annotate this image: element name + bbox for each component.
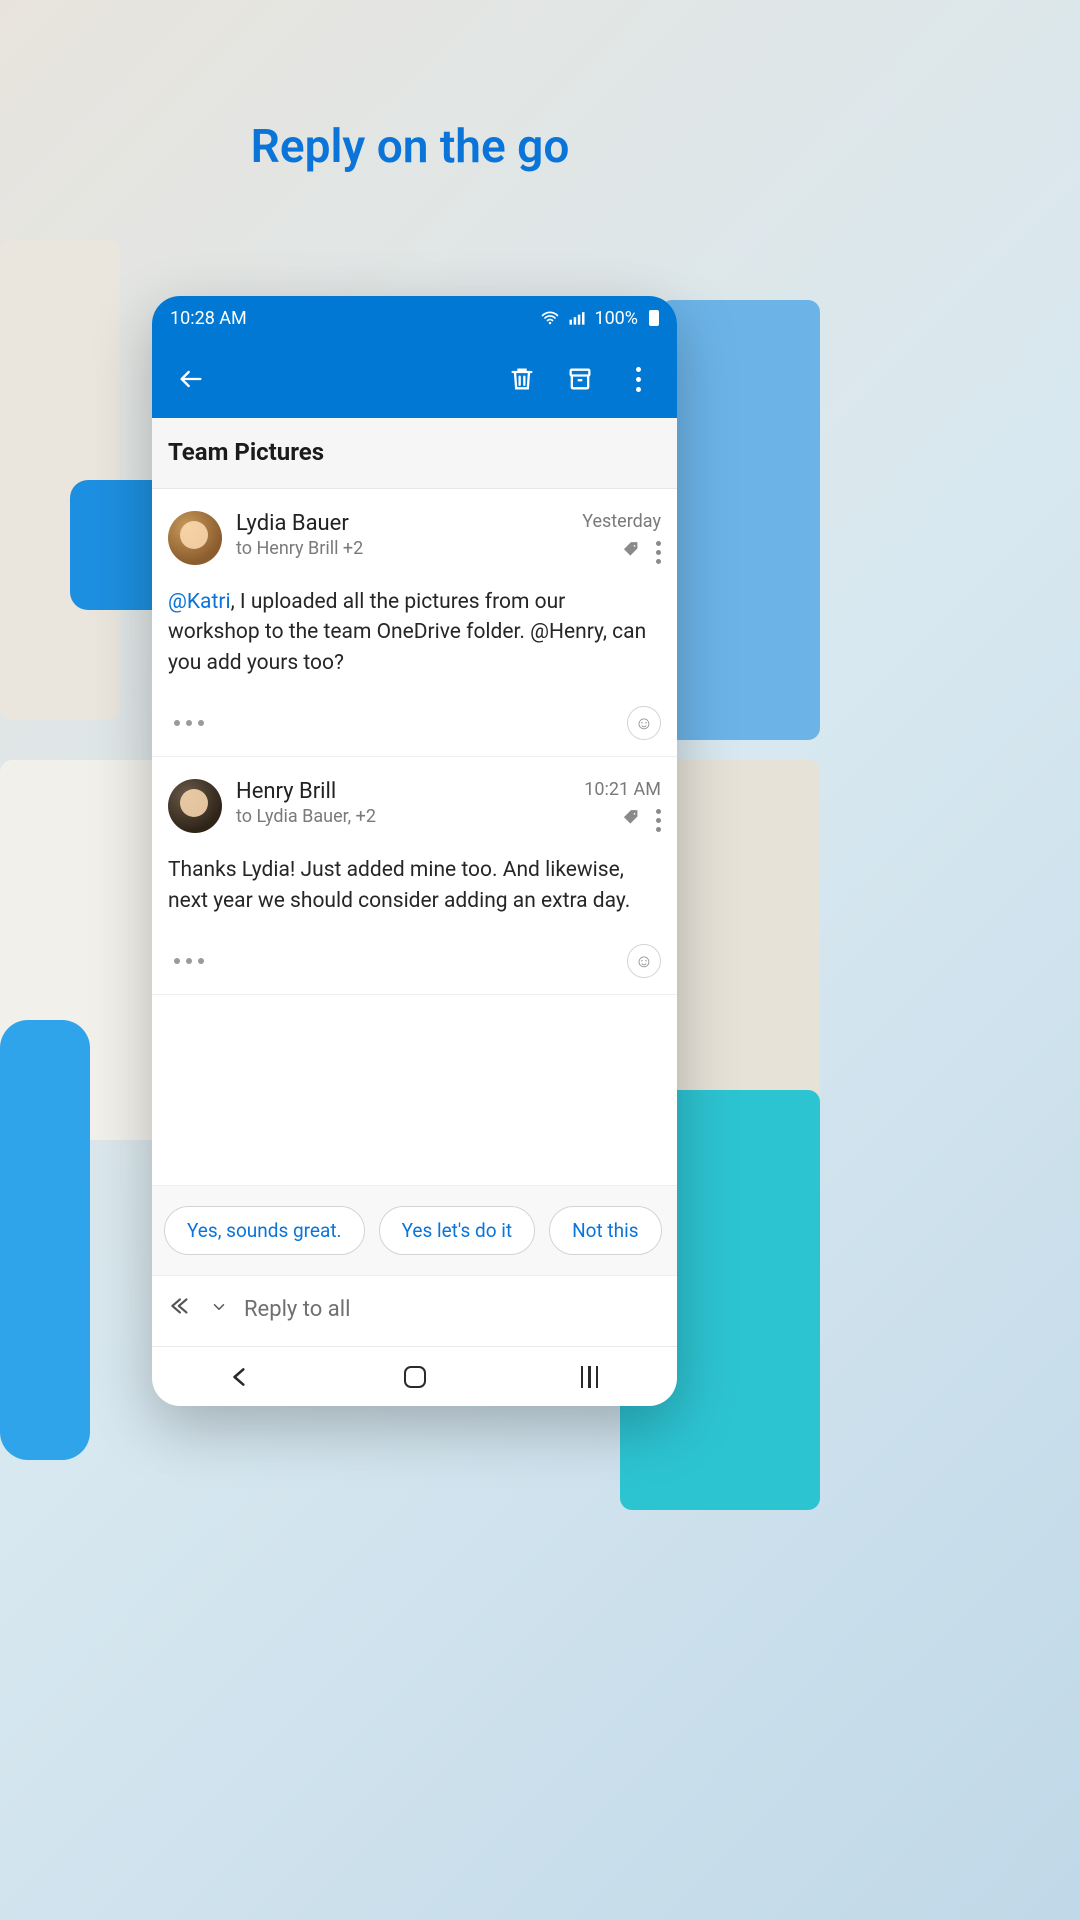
promo-headline: Reply on the go (0, 0, 820, 174)
message-item[interactable]: Henry Brill to Lydia Bauer, +2 10:21 AM … (152, 757, 677, 995)
suggested-reply-chip[interactable]: Yes let's do it (379, 1206, 536, 1255)
avatar[interactable] (168, 511, 222, 565)
add-reaction-button[interactable]: ☺ (627, 706, 661, 740)
tag-icon[interactable] (622, 540, 642, 564)
wifi-icon (540, 308, 560, 328)
sender-name: Lydia Bauer (236, 511, 568, 536)
battery-icon (649, 310, 659, 326)
recipients-summary[interactable]: to Henry Brill +2 (236, 538, 568, 559)
status-bar: 10:28 AM 100% (152, 296, 677, 340)
signal-icon (567, 308, 587, 328)
nav-recents-button[interactable] (566, 1353, 614, 1401)
mention-link[interactable]: @Katri (168, 590, 231, 614)
reply-all-icon[interactable] (168, 1294, 194, 1324)
subject-bar: Team Pictures (152, 418, 677, 489)
suggested-reply-chip[interactable]: Yes, sounds great. (164, 1206, 365, 1255)
nav-home-button[interactable] (391, 1353, 439, 1401)
status-battery-pct: 100% (594, 308, 638, 329)
nav-back-button[interactable] (216, 1353, 264, 1401)
message-body: @Katri, I uploaded all the pictures from… (168, 587, 661, 678)
expand-quoted-button[interactable] (168, 714, 210, 732)
message-timestamp: 10:21 AM (584, 779, 661, 800)
reply-mode-dropdown[interactable] (210, 1298, 228, 1320)
back-button[interactable] (166, 354, 216, 404)
message-more-button[interactable] (656, 809, 661, 832)
suggested-reply-chip[interactable]: Not this (549, 1206, 661, 1255)
status-time: 10:28 AM (170, 308, 247, 329)
message-more-button[interactable] (656, 541, 661, 564)
app-bar (152, 340, 677, 418)
message-timestamp: Yesterday (582, 511, 661, 532)
phone-frame: 10:28 AM 100% Team Pictures (152, 296, 677, 1406)
message-item[interactable]: Lydia Bauer to Henry Brill +2 Yesterday … (152, 489, 677, 757)
delete-button[interactable] (497, 354, 547, 404)
reply-bar[interactable]: Reply to all (152, 1276, 677, 1346)
add-reaction-button[interactable]: ☺ (627, 944, 661, 978)
sender-name: Henry Brill (236, 779, 570, 804)
recipients-summary[interactable]: to Lydia Bauer, +2 (236, 806, 570, 827)
suggested-replies-row[interactable]: Yes, sounds great. Yes let's do it Not t… (152, 1185, 677, 1276)
message-body: Thanks Lydia! Just added mine too. And l… (168, 855, 661, 916)
message-thread[interactable]: Lydia Bauer to Henry Brill +2 Yesterday … (152, 489, 677, 1185)
expand-quoted-button[interactable] (168, 952, 210, 970)
system-nav-bar (152, 1346, 677, 1406)
archive-button[interactable] (555, 354, 605, 404)
more-button[interactable] (613, 354, 663, 404)
email-subject: Team Pictures (168, 438, 661, 466)
tag-icon[interactable] (622, 808, 642, 832)
avatar[interactable] (168, 779, 222, 833)
reply-placeholder[interactable]: Reply to all (244, 1297, 350, 1322)
